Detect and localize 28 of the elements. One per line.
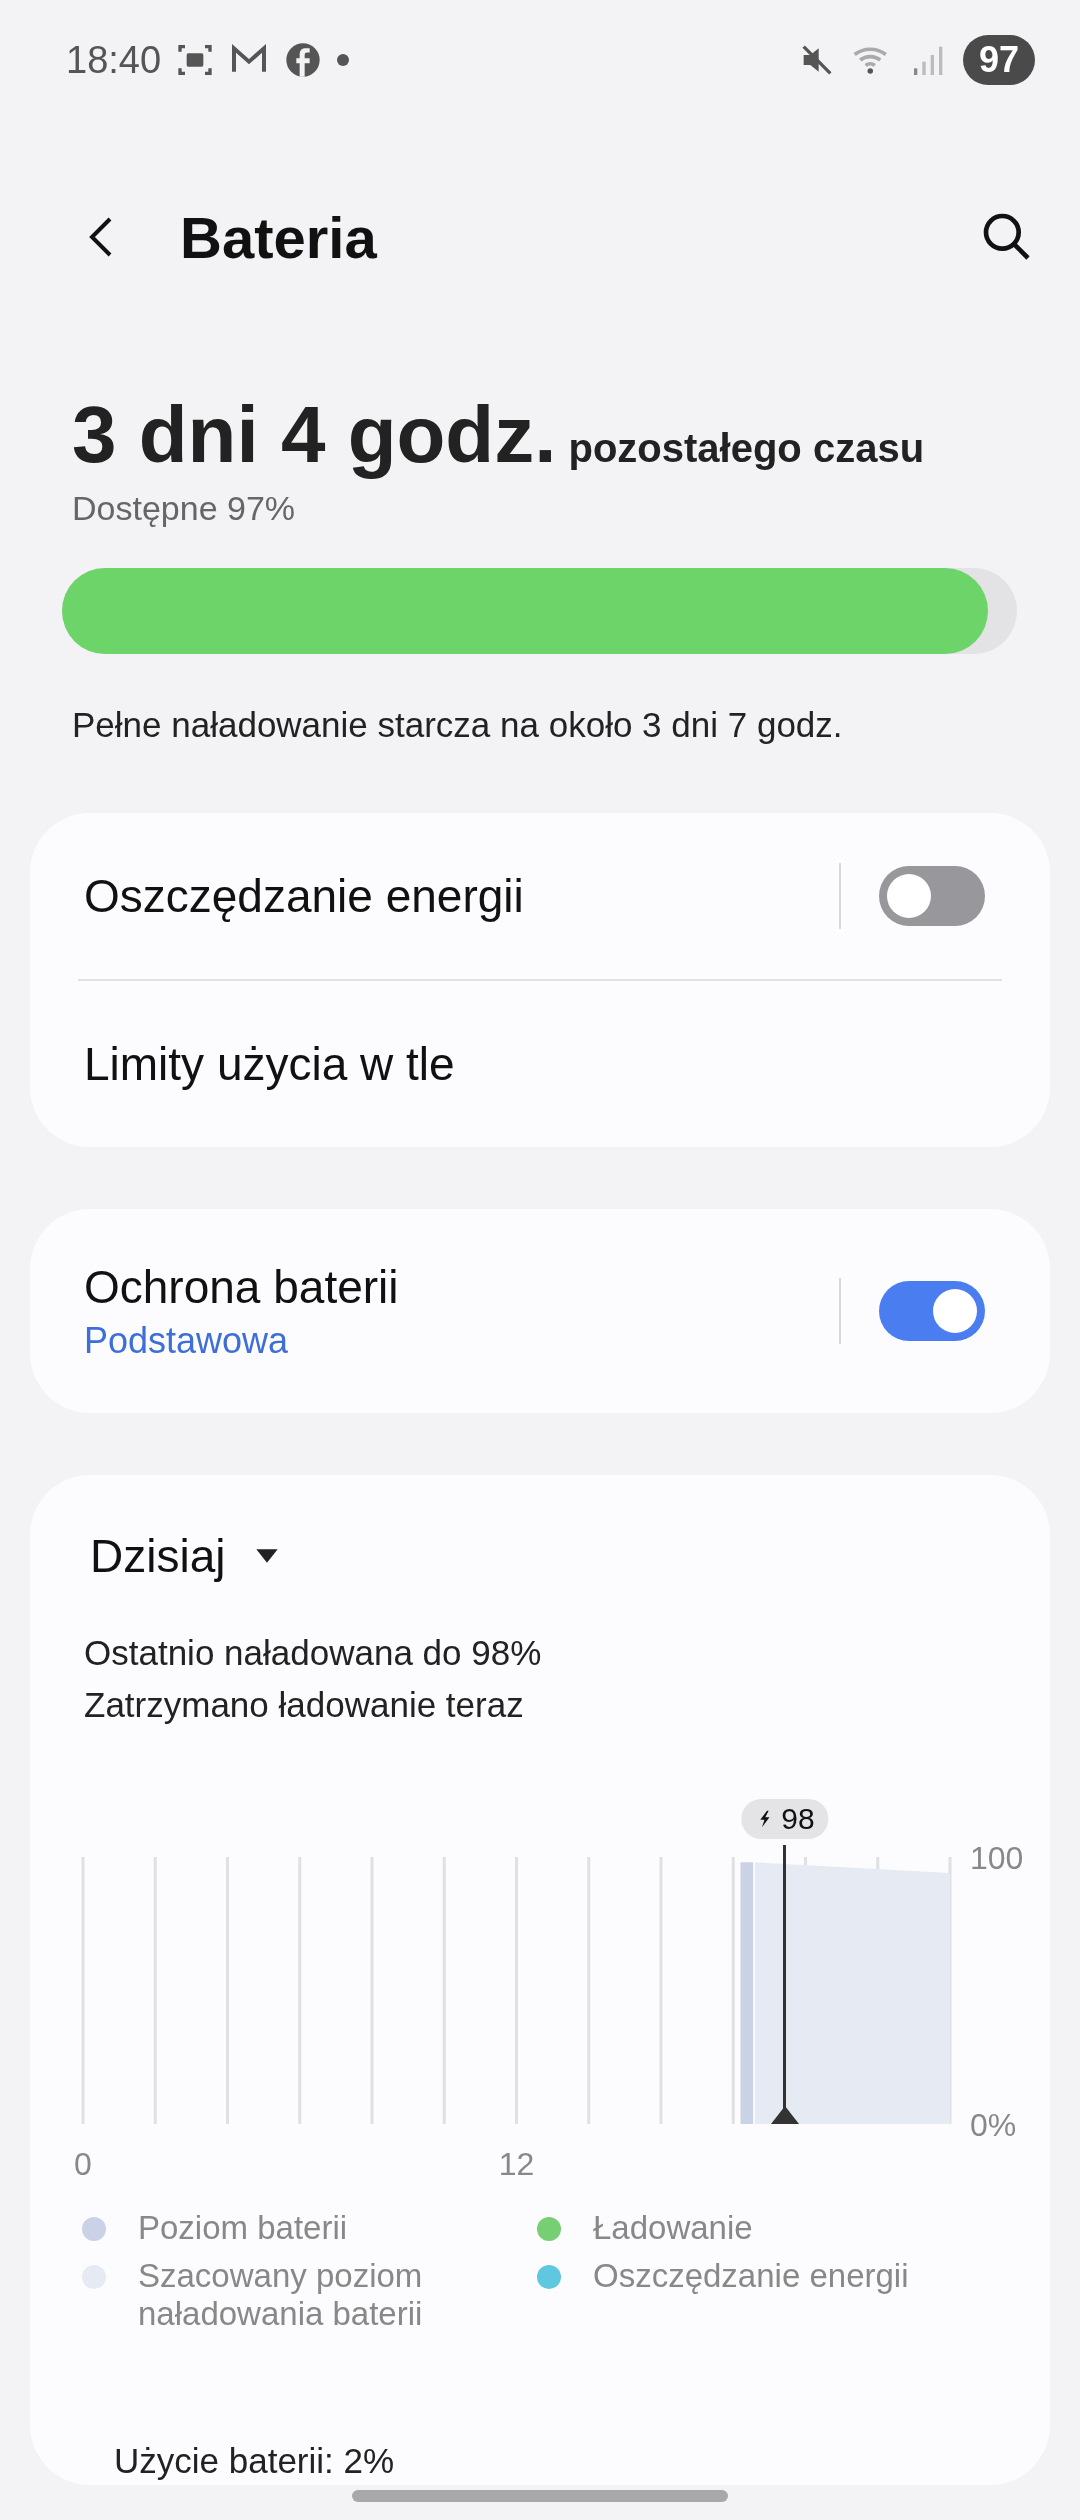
full-charge-estimate: Pełne naładowanie starcza na około 3 dni 7 godz. <box>72 705 844 745</box>
dot-icon <box>337 54 350 66</box>
axis-label: 12 <box>498 2146 535 2182</box>
charge-badge: 98 <box>741 1799 829 1839</box>
legend-label: Poziom baterii <box>138 2209 348 2247</box>
period-selector[interactable]: Dzisiaj <box>90 1529 226 1583</box>
remaining-label: pozostałego czasu <box>568 426 925 471</box>
axis-label: 0 <box>74 2146 92 2182</box>
available-percent: Dostępne 97% <box>72 489 297 528</box>
clock: 18:40 <box>66 38 162 82</box>
legend-label: Oszczędzanie energii <box>593 2257 909 2295</box>
setting-label[interactable]: Limity użycia w tle <box>84 1037 985 1091</box>
axis-label: 100 <box>970 1840 1024 1876</box>
legend-label: Ładowanie <box>593 2209 753 2247</box>
battery-indicator: 97 <box>962 35 1035 85</box>
current-time-pointer <box>770 2106 799 2124</box>
toggle-switch[interactable] <box>879 1281 985 1341</box>
setting-label[interactable]: Oszczędzanie energii <box>84 869 839 923</box>
legend-label: Szacowany poziom naładowania baterii <box>138 2257 424 2333</box>
toggle-switch[interactable] <box>879 866 985 926</box>
setting-label[interactable]: Ochrona baterii <box>84 1260 839 1314</box>
axis-label: 0% <box>970 2107 1017 2143</box>
page-title: Bateria <box>180 203 378 271</box>
battery-usage: Użycie baterii: 2% <box>114 2441 395 2481</box>
remaining-time: 3 dni 4 godz. <box>72 389 557 481</box>
charge-info: Ostatnio naładowana do 98% <box>84 1633 543 1673</box>
setting-value: Podstawowa <box>84 1320 290 1362</box>
charge-info: Zatrzymano ładowanie teraz <box>84 1685 525 1725</box>
